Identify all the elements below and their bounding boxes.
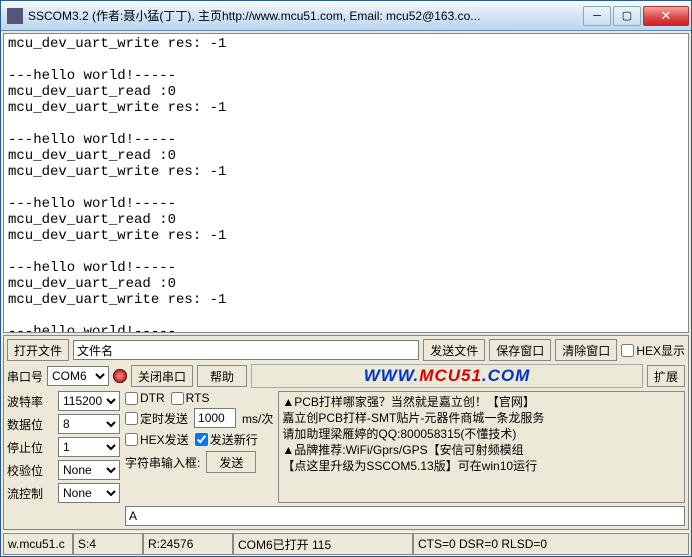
timed-unit-label: ms/次 bbox=[242, 410, 273, 427]
minimize-button[interactable]: ─ bbox=[583, 6, 611, 26]
flow-label: 流控制 bbox=[7, 485, 55, 502]
maximize-button[interactable]: ▢ bbox=[613, 6, 641, 26]
rts-checkbox[interactable]: RTS bbox=[171, 391, 210, 405]
databits-select[interactable]: 8 bbox=[58, 414, 120, 434]
send-button[interactable]: 发送 bbox=[206, 451, 256, 473]
hex-send-checkbox[interactable]: HEX发送 bbox=[125, 431, 189, 448]
url-banner[interactable]: WWW.MCU51.COM bbox=[251, 364, 643, 388]
dtr-checkbox[interactable]: DTR bbox=[125, 391, 165, 405]
send-newline-checkbox[interactable]: 发送新行 bbox=[195, 431, 258, 448]
titlebar: SSCOM3.2 (作者:聂小猛(丁丁), 主页http://www.mcu51… bbox=[1, 1, 691, 31]
status-received: R:24576 bbox=[143, 533, 233, 555]
ad-line: 【点这里升级为SSCOM5.13版】可在win10运行 bbox=[282, 458, 681, 474]
stopbits-label: 停止位 bbox=[7, 439, 55, 456]
close-port-button[interactable]: 关闭串口 bbox=[131, 365, 193, 387]
flow-select[interactable]: None bbox=[58, 483, 120, 503]
databits-label: 数据位 bbox=[7, 416, 55, 433]
ad-line: 请加助理梁雁婷的QQ:800058315(不懂技术) bbox=[282, 426, 681, 442]
expand-button[interactable]: 扩展 bbox=[647, 365, 685, 387]
terminal-output[interactable]: mcu_dev_uart_write res: -1 ---hello worl… bbox=[3, 33, 689, 333]
send-file-button[interactable]: 发送文件 bbox=[423, 339, 485, 361]
timed-send-checkbox[interactable]: 定时发送 bbox=[125, 410, 188, 427]
status-port: COM6已打开 115 bbox=[233, 533, 413, 555]
port-select[interactable]: COM6 bbox=[47, 366, 109, 386]
timed-interval-input[interactable] bbox=[194, 408, 236, 428]
app-icon bbox=[7, 8, 23, 24]
parity-label: 校验位 bbox=[7, 462, 55, 479]
parity-select[interactable]: None bbox=[58, 460, 120, 480]
port-label: 串口号 bbox=[7, 368, 43, 385]
window-title: SSCOM3.2 (作者:聂小猛(丁丁), 主页http://www.mcu51… bbox=[28, 7, 583, 24]
advertisement-panel[interactable]: ▲PCB打样哪家强？当然就是嘉立创！【官网】 嘉立创PCB打样-SMT贴片-元器… bbox=[278, 391, 685, 503]
ad-line: ▲品牌推荐:WiFi/Gprs/GPS【安信可射频模组 bbox=[282, 442, 681, 458]
baud-label: 波特率 bbox=[7, 393, 55, 410]
clear-window-button[interactable]: 清除窗口 bbox=[555, 339, 617, 361]
help-button[interactable]: 帮助 bbox=[197, 365, 247, 387]
baud-select[interactable]: 115200 bbox=[58, 391, 120, 411]
status-signals: CTS=0 DSR=0 RLSD=0 bbox=[413, 533, 689, 555]
input-box-label: 字符串输入框: bbox=[125, 454, 200, 471]
ad-line: ▲PCB打样哪家强？当然就是嘉立创！【官网】 bbox=[282, 394, 681, 410]
save-window-button[interactable]: 保存窗口 bbox=[489, 339, 551, 361]
record-icon[interactable] bbox=[113, 369, 127, 383]
close-button[interactable]: ✕ bbox=[643, 6, 689, 26]
status-url: w.mcu51.c bbox=[3, 533, 73, 555]
send-string-input[interactable] bbox=[125, 506, 685, 526]
status-bar: w.mcu51.c S:4 R:24576 COM6已打开 115 CTS=0 … bbox=[3, 532, 689, 554]
open-file-button[interactable]: 打开文件 bbox=[7, 339, 69, 361]
stopbits-select[interactable]: 1 bbox=[58, 437, 120, 457]
filename-input[interactable] bbox=[73, 340, 419, 360]
status-sent: S:4 bbox=[73, 533, 143, 555]
hex-show-checkbox[interactable]: HEX显示 bbox=[621, 342, 685, 359]
ad-line: 嘉立创PCB打样-SMT贴片-元器件商城一条龙服务 bbox=[282, 410, 681, 426]
